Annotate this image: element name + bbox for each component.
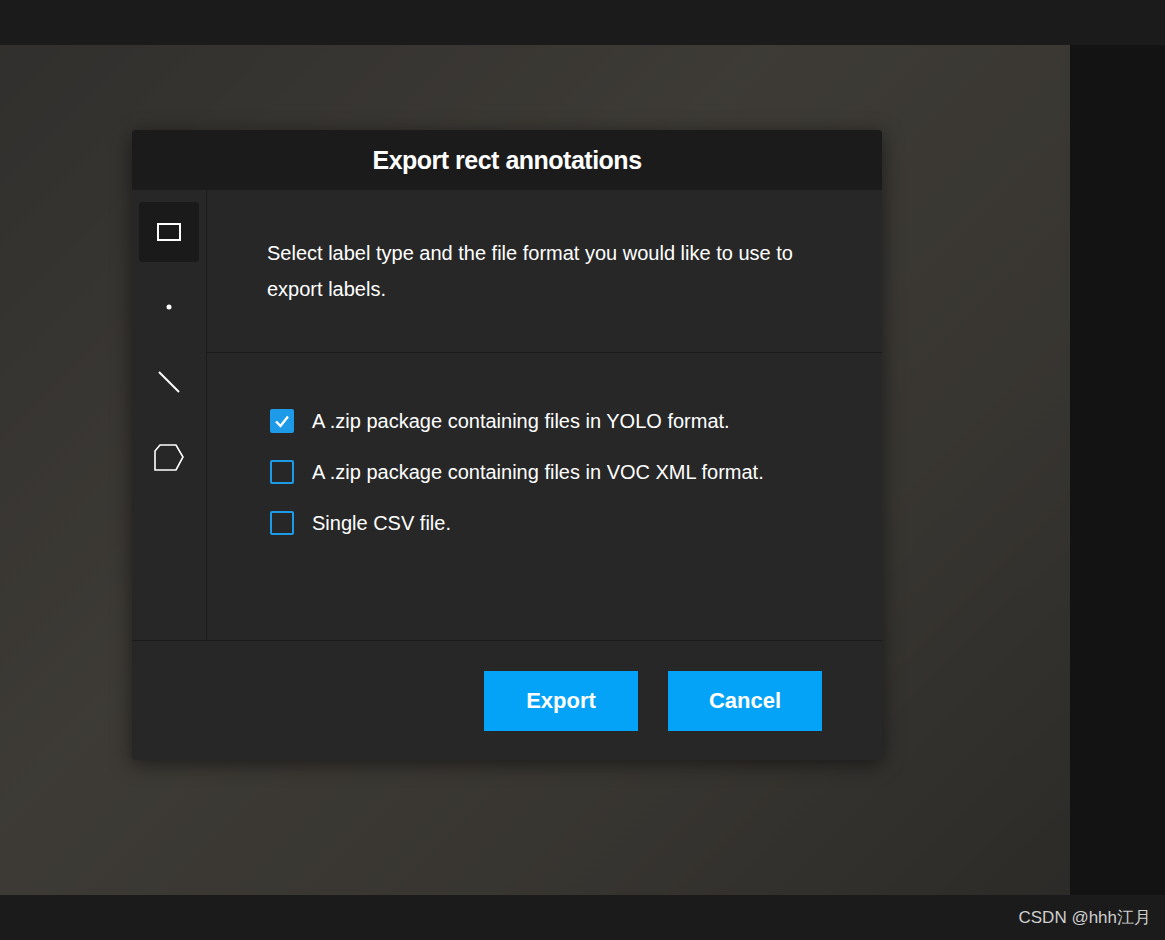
dialog-content: Select label type and the file format yo… <box>207 190 882 640</box>
format-option[interactable]: Single CSV file. <box>270 511 862 535</box>
format-label: Single CSV file. <box>312 512 451 535</box>
checkbox[interactable] <box>270 460 294 484</box>
format-label: A .zip package containing files in VOC X… <box>312 461 764 484</box>
watermark: CSDN @hhh江月 <box>1018 906 1151 929</box>
dialog-button[interactable]: Export <box>484 671 638 731</box>
format-option[interactable]: A .zip package containing files in VOC X… <box>270 460 862 484</box>
line-icon <box>155 368 183 396</box>
format-options: A .zip package containing files in YOLO … <box>207 353 882 535</box>
format-option[interactable]: A .zip package containing files in YOLO … <box>270 409 862 433</box>
label-type-button[interactable] <box>139 427 199 487</box>
export-dialog: Export rect annotations Select label type… <box>132 130 882 760</box>
dialog-header: Export rect annotations <box>132 130 882 190</box>
label-type-button[interactable] <box>139 352 199 412</box>
dialog-footer: Export Cancel <box>132 641 882 760</box>
label-type-sidebar <box>132 190 207 640</box>
description-section: Select label type and the file format yo… <box>207 190 882 353</box>
dialog-body: Select label type and the file format yo… <box>132 190 882 641</box>
app-window: CSDN @hhh江月 Export rect annotations Select… <box>0 0 1165 940</box>
point-icon <box>155 295 183 319</box>
label-type-button[interactable] <box>139 277 199 337</box>
rectangle-icon <box>155 220 183 244</box>
bottom-bar: CSDN @hhh江月 <box>0 895 1165 940</box>
top-bar <box>0 0 1165 45</box>
checkbox[interactable] <box>270 409 294 433</box>
polygon-icon <box>152 441 186 473</box>
checkbox[interactable] <box>270 511 294 535</box>
label-type-button[interactable] <box>139 202 199 262</box>
dialog-title: Export rect annotations <box>372 146 641 175</box>
dialog-description: Select label type and the file format yo… <box>267 235 842 307</box>
checkmark-icon <box>273 412 291 430</box>
dialog-button[interactable]: Cancel <box>668 671 822 731</box>
right-panel <box>1070 45 1165 895</box>
format-label: A .zip package containing files in YOLO … <box>312 410 730 433</box>
